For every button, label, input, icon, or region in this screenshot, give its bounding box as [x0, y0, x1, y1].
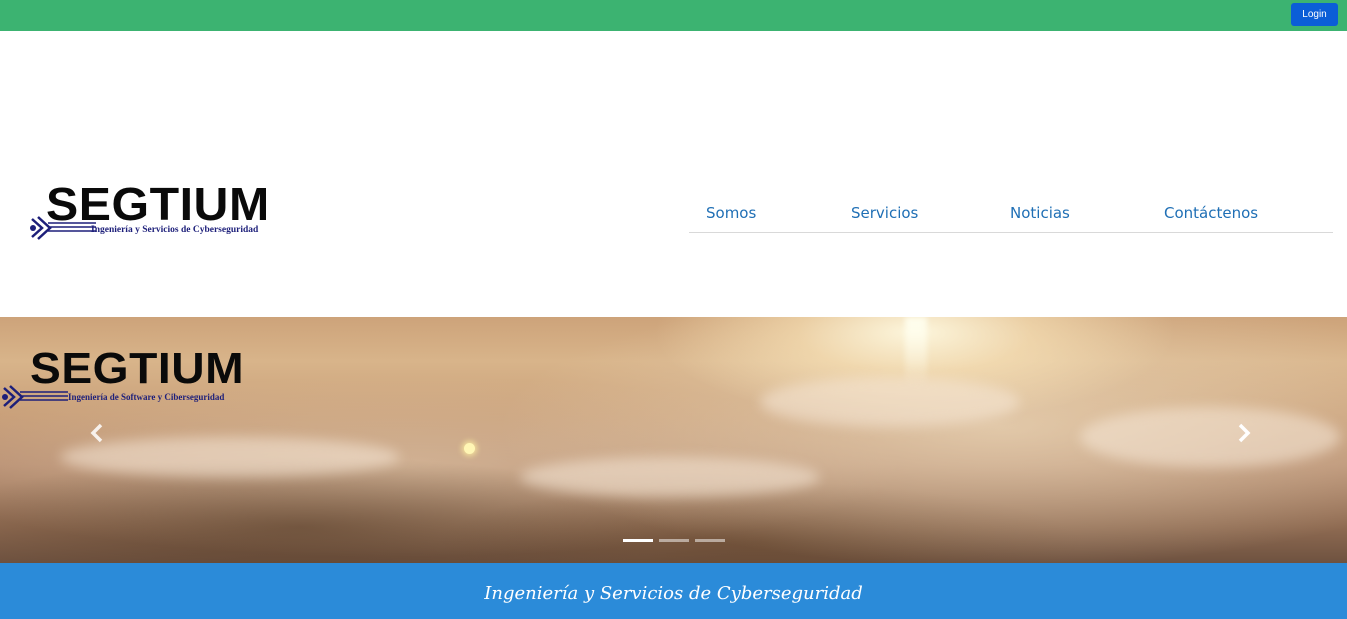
hero-logo-tagline: Ingeniería de Software y Ciberseguridad	[68, 392, 225, 402]
carousel-indicator[interactable]	[623, 539, 653, 542]
nav-item-servicios[interactable]: Servicios	[851, 204, 918, 222]
login-button[interactable]: Login	[1291, 3, 1338, 26]
hero-logo-name: SEGTIUM	[30, 344, 245, 393]
tagline-banner: Ingeniería y Servicios de Cyberseguridad	[0, 563, 1347, 619]
nav-item-contactenos[interactable]: Contáctenos	[1164, 204, 1258, 222]
top-bar: Login	[0, 0, 1347, 31]
nav-item-noticias[interactable]: Noticias	[1010, 204, 1070, 222]
cloud	[520, 457, 820, 497]
carousel-indicators	[623, 539, 725, 542]
hero-logo: SEGTIUM Ingeniería de Software y Ciberse…	[0, 347, 260, 417]
cloud	[60, 437, 400, 477]
banner-text: Ingeniería y Servicios de Cyberseguridad	[484, 583, 863, 604]
carousel-next-button[interactable]	[1232, 421, 1256, 445]
chevron-right-icon	[1238, 423, 1251, 443]
site-header: SEGTIUM Ingeniería y Servicios de Cybers…	[0, 31, 1347, 317]
hero-carousel[interactable]: SEGTIUM Ingeniería de Software y Ciberse…	[0, 317, 1347, 563]
brand-logo[interactable]: SEGTIUM Ingeniería y Servicios de Cybers…	[28, 181, 308, 251]
nav-item-somos[interactable]: Somos	[706, 204, 756, 222]
cloud	[760, 377, 1020, 427]
main-nav: Somos Servicios Noticias Contáctenos	[689, 201, 1333, 233]
carousel-indicator[interactable]	[695, 539, 725, 542]
brand-tagline: Ingeniería y Servicios de Cyberseguridad	[91, 225, 259, 235]
brand-name: SEGTIUM	[46, 178, 270, 230]
chevron-left-icon	[90, 423, 103, 443]
carousel-indicator[interactable]	[659, 539, 689, 542]
sun-dot	[464, 443, 475, 454]
carousel-prev-button[interactable]	[85, 421, 109, 445]
cloud	[1080, 407, 1340, 467]
